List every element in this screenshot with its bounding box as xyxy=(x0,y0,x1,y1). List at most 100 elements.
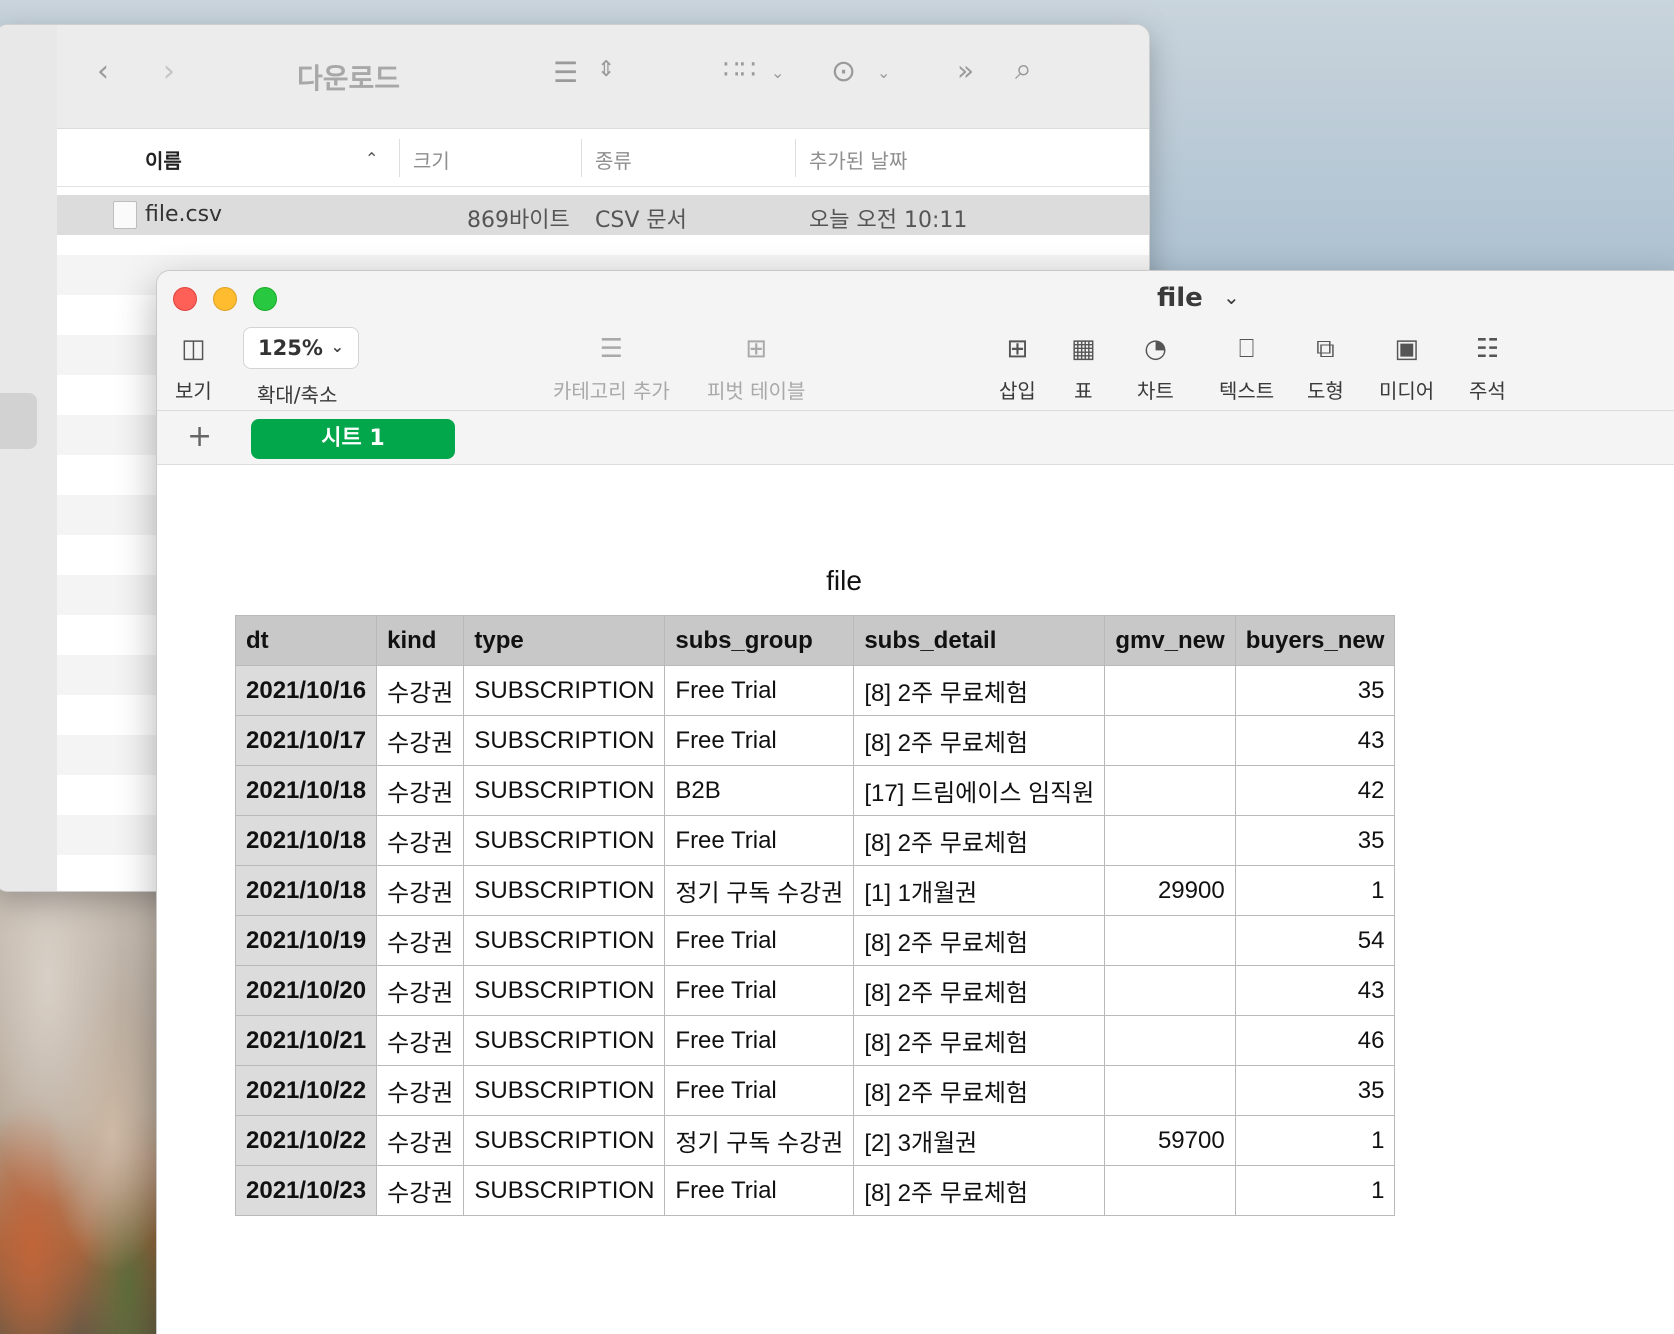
column-date-added[interactable]: 추가된 날짜 xyxy=(809,145,907,174)
sheet-tab-1[interactable]: 시트 1 xyxy=(251,419,455,459)
cell-gmv-new[interactable] xyxy=(1104,965,1236,1016)
cell-kind[interactable]: 수강권 xyxy=(376,1165,465,1216)
cell-subs-group[interactable]: Free Trial xyxy=(664,1165,855,1216)
cell-dt[interactable]: 2021/10/18 xyxy=(234,765,378,816)
cell-subs-group[interactable]: 정기 구독 수강권 xyxy=(664,865,855,916)
cell-kind[interactable]: 수강권 xyxy=(376,1115,465,1166)
cell-type[interactable]: SUBSCRIPTION xyxy=(463,1065,666,1116)
cell-buyers-new[interactable]: 42 xyxy=(1234,765,1396,816)
cell-gmv-new[interactable] xyxy=(1104,815,1236,866)
table-row[interactable]: 2021/10/21 수강권 SUBSCRIPTION Free Trial [8] 2… xyxy=(234,1015,1396,1066)
cell-buyers-new[interactable]: 43 xyxy=(1234,965,1396,1016)
cell-subs-group[interactable]: Free Trial xyxy=(664,815,855,866)
cell-subs-detail[interactable]: [8] 2주 무료체험 xyxy=(853,1065,1106,1116)
cell-gmv-new[interactable]: 29900 xyxy=(1104,865,1236,916)
column-header-subs-group[interactable]: subs_group xyxy=(664,615,855,666)
zoom-select[interactable]: 125% ⌄ xyxy=(243,327,359,369)
column-header-buyers-new[interactable]: buyers_new xyxy=(1234,615,1396,666)
table-row[interactable]: 2021/10/19 수강권 SUBSCRIPTION Free Trial [8] 2… xyxy=(234,915,1396,966)
minimize-button[interactable] xyxy=(213,287,237,311)
cell-type[interactable]: SUBSCRIPTION xyxy=(463,1165,666,1216)
cell-subs-detail[interactable]: [8] 2주 무료체험 xyxy=(853,665,1106,716)
cell-subs-group[interactable]: 정기 구독 수강권 xyxy=(664,1115,855,1166)
column-kind[interactable]: 종류 xyxy=(595,145,632,174)
cell-subs-group[interactable]: Free Trial xyxy=(664,1065,855,1116)
cell-dt[interactable]: 2021/10/16 xyxy=(234,665,378,716)
cell-subs-group[interactable]: Free Trial xyxy=(664,1015,855,1066)
column-header-dt[interactable]: dt xyxy=(234,615,378,666)
chevron-down-icon[interactable]: ⌄ xyxy=(877,65,890,81)
search-icon[interactable]: ⌕ xyxy=(1015,55,1032,85)
cell-subs-detail[interactable]: [2] 3개월권 xyxy=(853,1115,1106,1166)
close-button[interactable] xyxy=(173,287,197,311)
cell-dt[interactable]: 2021/10/18 xyxy=(234,865,378,916)
column-size[interactable]: 크기 xyxy=(413,145,450,174)
cell-dt[interactable]: 2021/10/22 xyxy=(234,1065,378,1116)
cell-dt[interactable]: 2021/10/20 xyxy=(234,965,378,1016)
column-header-gmv-new[interactable]: gmv_new xyxy=(1104,615,1236,666)
cell-kind[interactable]: 수강권 xyxy=(376,765,465,816)
cell-type[interactable]: SUBSCRIPTION xyxy=(463,815,666,866)
cell-buyers-new[interactable]: 46 xyxy=(1234,1015,1396,1066)
cell-kind[interactable]: 수강권 xyxy=(376,815,465,866)
insert-button[interactable]: ⊞ 삽입 xyxy=(999,329,1036,404)
cell-kind[interactable]: 수강권 xyxy=(376,665,465,716)
cell-type[interactable]: SUBSCRIPTION xyxy=(463,1015,666,1066)
table-row[interactable]: 2021/10/20 수강권 SUBSCRIPTION Free Trial [8] 2… xyxy=(234,965,1396,1016)
column-header-kind[interactable]: kind xyxy=(376,615,465,666)
chart-button[interactable]: ◔ 차트 xyxy=(1137,329,1174,404)
cell-kind[interactable]: 수강권 xyxy=(376,1065,465,1116)
overflow-chevrons-icon[interactable]: » xyxy=(957,57,974,85)
zoom-window-button[interactable] xyxy=(253,287,277,311)
cell-gmv-new[interactable] xyxy=(1104,715,1236,766)
document-title[interactable]: file xyxy=(1157,283,1203,313)
group-grid-icon[interactable]: ∷∷ xyxy=(723,57,756,83)
text-button[interactable]: ⎕ 텍스트 xyxy=(1219,329,1274,404)
comment-button[interactable]: ☷ 주석 xyxy=(1469,329,1506,404)
back-icon[interactable]: ‹ xyxy=(97,57,109,87)
shape-button[interactable]: ⧉ 도형 xyxy=(1307,329,1344,404)
table-row[interactable]: 2021/10/16 수강권 SUBSCRIPTION Free Trial [8] 2… xyxy=(234,665,1396,716)
add-category-button[interactable]: ☰ 카테고리 추가 xyxy=(553,329,670,404)
table-title[interactable]: file xyxy=(157,565,1531,597)
cell-subs-group[interactable]: Free Trial xyxy=(664,965,855,1016)
cell-subs-group[interactable]: Free Trial xyxy=(664,915,855,966)
forward-icon[interactable]: › xyxy=(163,57,175,87)
cell-subs-detail[interactable]: [8] 2주 무료체험 xyxy=(853,715,1106,766)
cell-gmv-new[interactable] xyxy=(1104,1015,1236,1066)
cell-type[interactable]: SUBSCRIPTION xyxy=(463,965,666,1016)
cell-type[interactable]: SUBSCRIPTION xyxy=(463,765,666,816)
cell-gmv-new[interactable]: 59700 xyxy=(1104,1115,1236,1166)
cell-kind[interactable]: 수강권 xyxy=(376,965,465,1016)
table-button[interactable]: ▦ 표 xyxy=(1071,329,1096,404)
cell-kind[interactable]: 수강권 xyxy=(376,1015,465,1066)
cell-subs-detail[interactable]: [1] 1개월권 xyxy=(853,865,1106,916)
cell-gmv-new[interactable] xyxy=(1104,1165,1236,1216)
cell-buyers-new[interactable]: 1 xyxy=(1234,1165,1396,1216)
chevron-down-icon[interactable]: ⌄ xyxy=(771,65,784,81)
cell-subs-group[interactable]: B2B xyxy=(664,765,855,816)
cell-type[interactable]: SUBSCRIPTION xyxy=(463,1115,666,1166)
table-row[interactable]: 2021/10/18 수강권 SUBSCRIPTION B2B [17] 드림에이스 임… xyxy=(234,765,1396,816)
sort-chevrons-icon[interactable]: ⇕ xyxy=(597,59,615,81)
cell-kind[interactable]: 수강권 xyxy=(376,865,465,916)
cell-buyers-new[interactable]: 35 xyxy=(1234,665,1396,716)
cell-type[interactable]: SUBSCRIPTION xyxy=(463,715,666,766)
cell-gmv-new[interactable] xyxy=(1104,1065,1236,1116)
cell-buyers-new[interactable]: 43 xyxy=(1234,715,1396,766)
media-button[interactable]: ▣ 미디어 xyxy=(1379,329,1434,404)
cell-dt[interactable]: 2021/10/18 xyxy=(234,815,378,866)
list-view-icon[interactable]: ☰ xyxy=(553,59,578,87)
sidebar-selected-item[interactable] xyxy=(0,393,37,449)
cell-kind[interactable]: 수강권 xyxy=(376,915,465,966)
cell-subs-detail[interactable]: [8] 2주 무료체험 xyxy=(853,915,1106,966)
cell-buyers-new[interactable]: 1 xyxy=(1234,1115,1396,1166)
column-header-subs-detail[interactable]: subs_detail xyxy=(853,615,1106,666)
cell-gmv-new[interactable] xyxy=(1104,915,1236,966)
cell-type[interactable]: SUBSCRIPTION xyxy=(463,665,666,716)
file-row[interactable]: file.csv 869바이트 CSV 문서 오늘 오전 10:11 xyxy=(57,195,1149,235)
table-row[interactable]: 2021/10/18 수강권 SUBSCRIPTION 정기 구독 수강권 [1] 1개… xyxy=(234,865,1396,916)
view-button[interactable]: ◫ 보기 xyxy=(175,329,212,404)
cell-subs-detail[interactable]: [17] 드림에이스 임직원 xyxy=(853,765,1106,816)
table-row[interactable]: 2021/10/23 수강권 SUBSCRIPTION Free Trial [8] 2… xyxy=(234,1165,1396,1216)
